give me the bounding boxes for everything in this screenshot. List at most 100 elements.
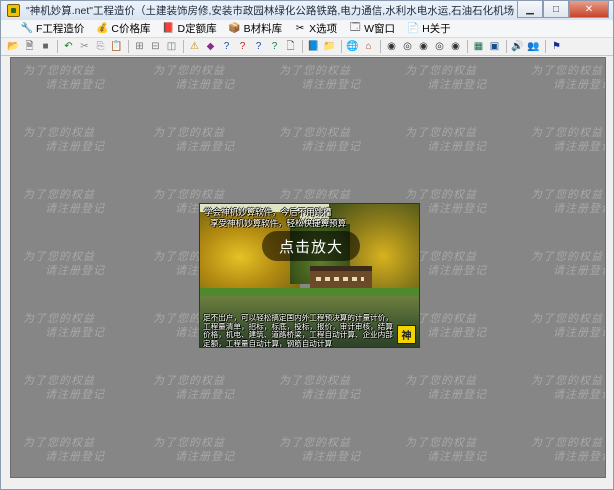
folder-icon[interactable]: 📁	[323, 40, 336, 53]
window-icon: 🗔	[349, 22, 361, 33]
circle-c-icon[interactable]: ◉	[417, 40, 430, 53]
registration-watermark: 为了您的权益请注册登记	[23, 250, 105, 277]
lodge-building	[310, 266, 372, 288]
registration-watermark: 为了您的权益请注册登记	[405, 436, 487, 463]
help-red-icon[interactable]: ?	[236, 40, 249, 53]
insert-row-icon[interactable]: ⊞	[133, 40, 146, 53]
promo-popup[interactable]: 学会神机妙算软件，今后不用跳槽 享受神机妙算软件，轻松快捷算预算 点击放大 足不…	[199, 203, 420, 348]
warning-icon[interactable]: ⚠	[188, 40, 201, 53]
about-icon: 📄	[406, 23, 420, 34]
menu-item-3[interactable]: 📦 B材料库	[228, 21, 283, 36]
diamond-icon[interactable]: ◆	[204, 40, 217, 53]
help-icon-2[interactable]: ?	[252, 40, 265, 53]
undo-icon[interactable]: ↶	[62, 40, 75, 53]
registration-watermark: 为了您的权益请注册登记	[531, 126, 605, 153]
help-pointer-icon[interactable]: ?	[268, 40, 281, 53]
menu-item-6[interactable]: 📄 H关于	[407, 21, 451, 36]
menu-item-1[interactable]: 💰 C价格库	[96, 21, 150, 36]
toolbar-separator	[467, 40, 468, 53]
registration-watermark: 为了您的权益请注册登记	[531, 250, 605, 277]
registration-watermark: 为了您的权益请注册登记	[23, 188, 105, 215]
promo-header-line2: 享受神机妙算软件，轻松快捷算预算	[210, 218, 347, 228]
status-bar	[1, 479, 613, 489]
flag-icon[interactable]: ⚑	[550, 40, 563, 53]
close-button[interactable]: ✕	[569, 1, 609, 18]
menu-item-label: X选项	[309, 23, 338, 35]
copy-icon[interactable]: ⎘	[94, 40, 107, 53]
menu-item-2[interactable]: 📕 D定额库	[162, 21, 217, 36]
toolbar: 📂 🗎 ■ ↶ ✂ ⎘ 📋 ⊞ ⊟ ◫ ⚠ ◆???? 🗋 📘 📁 🌐 ⌂ ◉ ◎ ◉ ◎ ◉ ▦ ▣ 🔊 👥 ⚑	[1, 38, 613, 56]
registration-watermark: 为了您的权益请注册登记	[531, 436, 605, 463]
toolbar-separator	[506, 40, 507, 53]
registration-watermark: 为了您的权益请注册登记	[153, 436, 235, 463]
image-icon[interactable]: ▣	[488, 40, 501, 53]
circle-e-icon[interactable]: ◉	[449, 40, 462, 53]
click-to-enlarge-button[interactable]: 点击放大	[262, 231, 360, 261]
registration-watermark: 为了您的权益请注册登记	[23, 312, 105, 339]
menu-item-label: B材料库	[243, 23, 283, 35]
home-icon[interactable]: ⌂	[362, 40, 375, 53]
stop-icon[interactable]: ■	[39, 40, 52, 53]
registration-watermark: 为了您的权益请注册登记	[153, 374, 235, 401]
menu-item-label: D定额库	[177, 23, 217, 35]
delete-row-icon[interactable]: ⊟	[149, 40, 162, 53]
circle-d-icon[interactable]: ◎	[433, 40, 446, 53]
registration-watermark: 为了您的权益请注册登记	[405, 374, 487, 401]
promo-description: 足不出户，可以轻松搞定国内外工程预决算的计量计价，工程量清单，招标，标底，投标，…	[203, 313, 393, 348]
registration-watermark: 为了您的权益请注册登记	[153, 64, 235, 91]
quota-book-icon: 📕	[162, 23, 175, 34]
print-preview-icon[interactable]: 🗎	[23, 40, 36, 53]
menu-item-label: C价格库	[111, 23, 151, 35]
toolbar-separator	[183, 40, 184, 53]
cut-icon[interactable]: ✂	[78, 40, 91, 53]
registration-watermark: 为了您的权益请注册登记	[279, 64, 361, 91]
minimize-button[interactable]: ▁	[517, 1, 543, 18]
circle-b-icon[interactable]: ◎	[401, 40, 414, 53]
registration-watermark: 为了您的权益请注册登记	[153, 126, 235, 153]
toolbar-separator	[57, 40, 58, 53]
toolbar-separator	[128, 40, 129, 53]
paste-icon[interactable]: 📋	[110, 40, 123, 53]
app-logo-icon[interactable]	[7, 4, 20, 17]
promo-logo-icon[interactable]: 神	[397, 325, 416, 344]
window-title: "神机妙算.net"工程造价（土建装饰房修,安装市政园林绿化公路铁路,电力通信,…	[26, 5, 514, 17]
registration-watermark: 为了您的权益请注册登记	[279, 126, 361, 153]
mdi-workspace[interactable]: 为了您的权益 请注册登记 为了您的权益 请注册登记 为了您的权益 请注册登记 为了您的权益请…	[10, 57, 606, 478]
toolbar-separator	[341, 40, 342, 53]
registration-watermark: 为了您的权益请注册登记	[23, 436, 105, 463]
globe-icon[interactable]: 🌐	[346, 40, 359, 53]
users-icon[interactable]: 👥	[527, 40, 540, 53]
menu-item-0[interactable]: 🔧 F工程造价	[20, 21, 85, 36]
menu-bar: 🔧 F工程造价 💰 C价格库 📕 D定额库 📦 B材料库 ✂ X选项 🗔 W窗口 📄 H关于	[1, 20, 613, 38]
registration-watermark: 为了您的权益请注册登记	[405, 64, 487, 91]
menu-item-label: H关于	[422, 23, 451, 35]
book-icon[interactable]: 📘	[307, 40, 320, 53]
toolbar-separator	[302, 40, 303, 53]
application-window: "神机妙算.net"工程造价（土建装饰房修,安装市政园林绿化公路铁路,电力通信,…	[0, 0, 614, 490]
material-box-icon: 📦	[228, 23, 241, 34]
toolbar-separator	[380, 40, 381, 53]
registration-watermark: 为了您的权益请注册登记	[531, 312, 605, 339]
registration-watermark: 为了您的权益请注册登记	[279, 374, 361, 401]
column-icon[interactable]: ◫	[165, 40, 178, 53]
toolbar-separator	[545, 40, 546, 53]
registration-watermark: 为了您的权益请注册登记	[23, 64, 105, 91]
document-icon[interactable]: 🗋	[284, 40, 297, 53]
registration-watermark: 为了您的权益请注册登记	[23, 374, 105, 401]
registration-watermark: 为了您的权益请注册登记	[279, 436, 361, 463]
menu-item-label: W窗口	[364, 23, 396, 35]
open-icon[interactable]: 📂	[7, 40, 20, 53]
menu-item-5[interactable]: 🗔 W窗口	[349, 21, 395, 36]
help-icon[interactable]: ?	[220, 40, 233, 53]
registration-watermark: 为了您的权益请注册登记	[531, 64, 605, 91]
registration-watermark: 为了您的权益请注册登记	[531, 374, 605, 401]
price-database-icon: 💰	[96, 23, 109, 34]
wrench-icon: 🔧	[20, 23, 34, 34]
menu-item-4[interactable]: ✂ X选项	[294, 21, 337, 36]
title-bar[interactable]: "神机妙算.net"工程造价（土建装饰房修,安装市政园林绿化公路铁路,电力通信,…	[1, 1, 613, 20]
circle-a-icon[interactable]: ◉	[385, 40, 398, 53]
speaker-icon[interactable]: 🔊	[511, 40, 524, 53]
maximize-button[interactable]: □	[543, 1, 569, 18]
registration-watermark: 为了您的权益请注册登记	[531, 188, 605, 215]
calculator-icon[interactable]: ▦	[472, 40, 485, 53]
